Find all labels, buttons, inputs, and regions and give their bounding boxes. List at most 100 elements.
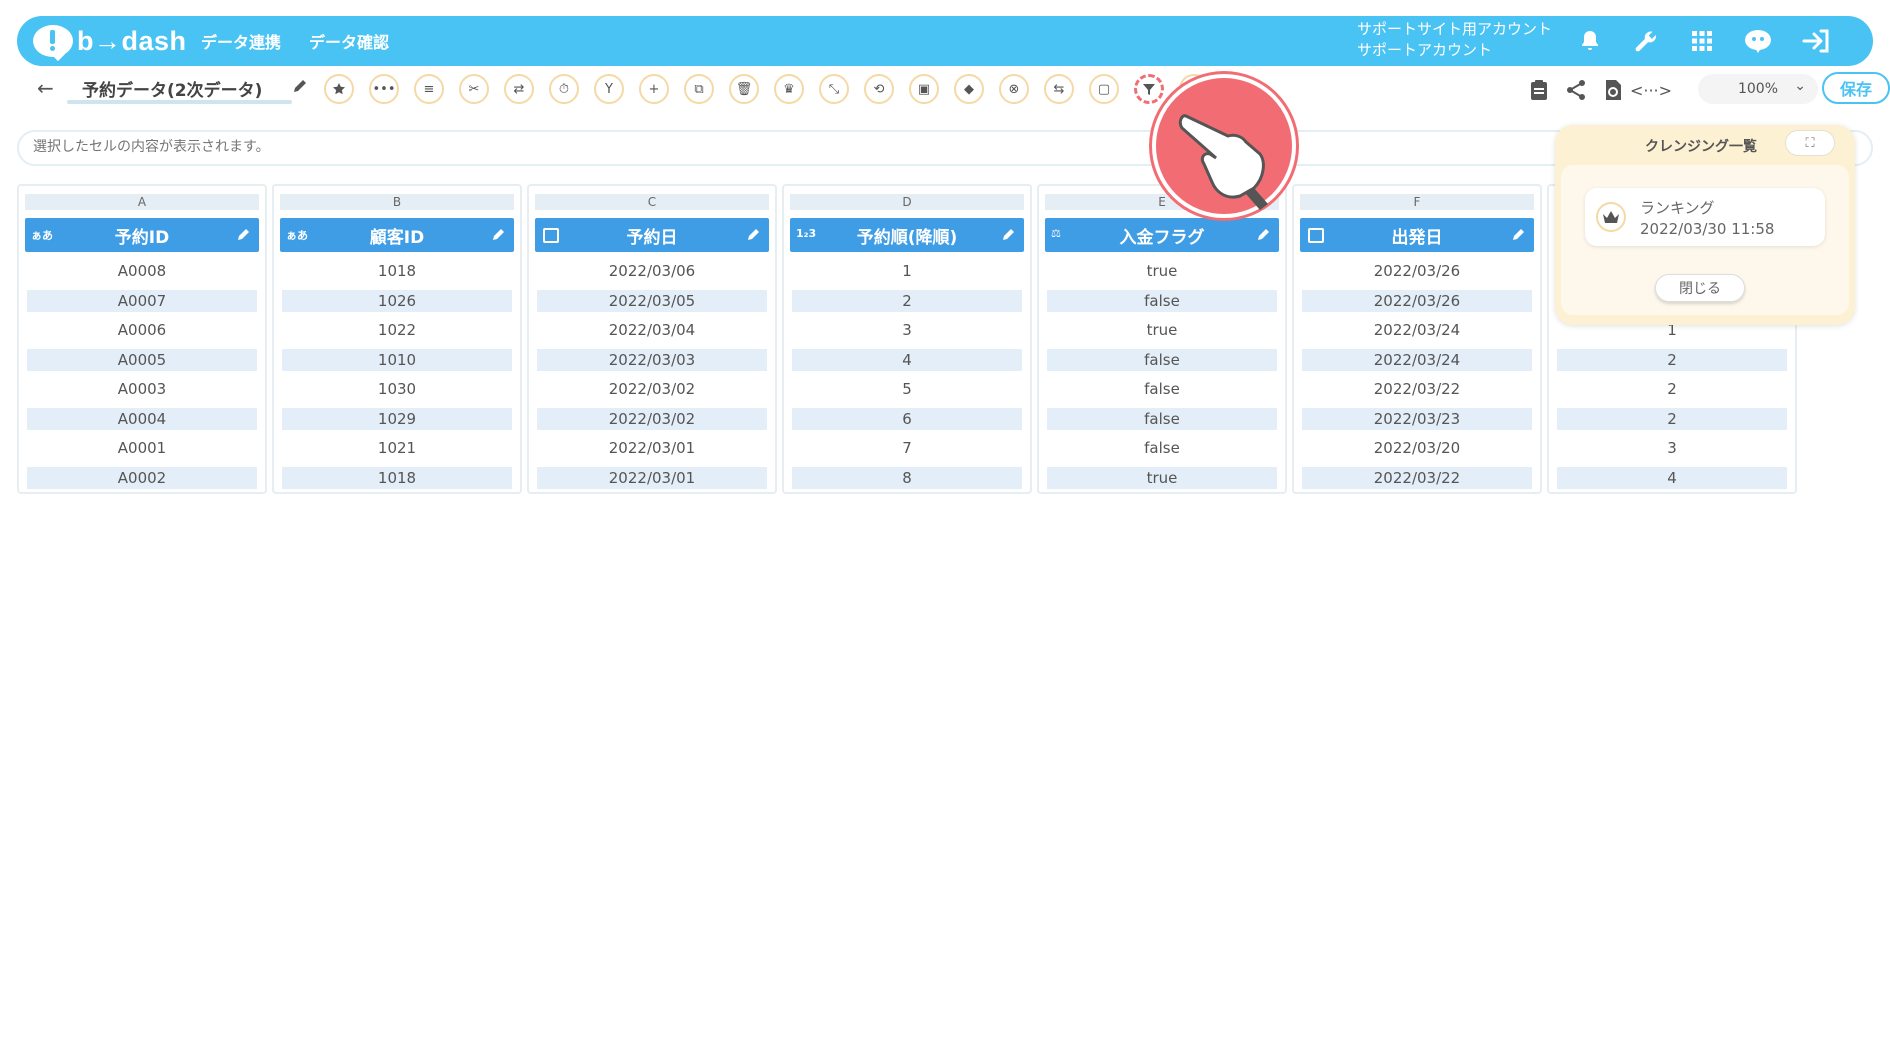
- column-e[interactable]: E ⚖ 入金フラグ true false true false false fa…: [1037, 184, 1287, 494]
- table-cell[interactable]: 2022/03/01: [537, 437, 767, 459]
- table-cell[interactable]: A0007: [27, 290, 257, 312]
- table-cell[interactable]: 2022/03/23: [1302, 408, 1532, 430]
- table-cell[interactable]: 2022/03/06: [537, 260, 767, 282]
- table-cell[interactable]: 2022/03/05: [537, 290, 767, 312]
- table-cell[interactable]: A0002: [27, 467, 257, 489]
- column-b[interactable]: B ぁあ 顧客ID 1018 1026 1022 1010 1030 1029 …: [272, 184, 522, 494]
- repeat-tool-icon[interactable]: ⟲: [864, 74, 894, 104]
- rename-pencil-icon[interactable]: [292, 78, 308, 98]
- table-cell[interactable]: true: [1047, 260, 1277, 282]
- table-cell[interactable]: false: [1047, 408, 1277, 430]
- edit-pencil-icon[interactable]: [492, 226, 506, 246]
- column-header[interactable]: ぁあ 顧客ID: [280, 218, 514, 252]
- table-cell[interactable]: true: [1047, 467, 1277, 489]
- table-cell[interactable]: A0006: [27, 319, 257, 341]
- replace-tool-icon[interactable]: ⇆: [1044, 74, 1074, 104]
- frame-tool-icon[interactable]: ▢: [1089, 74, 1119, 104]
- table-cell[interactable]: 2022/03/24: [1302, 319, 1532, 341]
- column-letter[interactable]: A: [25, 194, 259, 210]
- save-button[interactable]: 保存: [1822, 72, 1890, 104]
- table-cell[interactable]: 4: [1557, 467, 1787, 489]
- edit-pencil-icon[interactable]: [237, 226, 251, 246]
- column-letter[interactable]: C: [535, 194, 769, 210]
- table-cell[interactable]: 1026: [282, 290, 512, 312]
- column-header[interactable]: 出発日: [1300, 218, 1534, 252]
- wrench-icon[interactable]: [1629, 24, 1663, 58]
- table-cell[interactable]: 2022/03/26: [1302, 290, 1532, 312]
- column-f[interactable]: F 出発日 2022/03/26 2022/03/26 2022/03/24 2…: [1292, 184, 1542, 494]
- table-cell[interactable]: 2: [1557, 378, 1787, 400]
- nav-data-check[interactable]: データ確認: [309, 16, 389, 66]
- table-cell[interactable]: 2: [1557, 408, 1787, 430]
- table-cell[interactable]: 1030: [282, 378, 512, 400]
- share-icon[interactable]: [1562, 76, 1590, 104]
- table-cell[interactable]: 7: [792, 437, 1022, 459]
- table-cell[interactable]: false: [1047, 378, 1277, 400]
- column-d[interactable]: D 1₂3 予約順(降順) 1 2 3 4 5 6 7 8: [782, 184, 1032, 494]
- split-tool-icon[interactable]: ✂: [459, 74, 489, 104]
- table-cell[interactable]: A0005: [27, 349, 257, 371]
- zoom-select[interactable]: 100% ⌄: [1698, 74, 1818, 104]
- table-cell[interactable]: 6: [792, 408, 1022, 430]
- table-cell[interactable]: 1021: [282, 437, 512, 459]
- table-cell[interactable]: 5: [792, 378, 1022, 400]
- back-arrow-icon[interactable]: ←: [37, 76, 54, 100]
- restore-icon[interactable]: [1599, 76, 1627, 104]
- table-cell[interactable]: A0001: [27, 437, 257, 459]
- cleansing-item-card[interactable]: ランキング 2022/03/30 11:58: [1585, 188, 1825, 246]
- column-header[interactable]: ぁあ 予約ID: [25, 218, 259, 252]
- table-cell[interactable]: true: [1047, 319, 1277, 341]
- column-c[interactable]: C 予約日 2022/03/06 2022/03/05 2022/03/04 2…: [527, 184, 777, 494]
- edit-pencil-icon[interactable]: [747, 226, 761, 246]
- table-cell[interactable]: 2022/03/24: [1302, 349, 1532, 371]
- table-cell[interactable]: false: [1047, 437, 1277, 459]
- star-tool-icon[interactable]: [324, 74, 354, 104]
- table-cell[interactable]: A0008: [27, 260, 257, 282]
- edit-pencil-icon[interactable]: [1257, 226, 1271, 246]
- column-letter[interactable]: B: [280, 194, 514, 210]
- crown-tool-icon[interactable]: ♛: [774, 74, 804, 104]
- column-header[interactable]: ⚖ 入金フラグ: [1045, 218, 1279, 252]
- table-cell[interactable]: 3: [1557, 437, 1787, 459]
- cancel-tool-icon[interactable]: ⊗: [999, 74, 1029, 104]
- table-cell[interactable]: A0004: [27, 408, 257, 430]
- mascot-icon[interactable]: [1741, 24, 1775, 58]
- table-cell[interactable]: 1: [792, 260, 1022, 282]
- brand-logo[interactable]: b→dash: [33, 23, 187, 59]
- table-cell[interactable]: 2022/03/20: [1302, 437, 1532, 459]
- grid-icon[interactable]: [1685, 24, 1719, 58]
- copy-tool-icon[interactable]: ⧉: [684, 74, 714, 104]
- trash-tool-icon[interactable]: 🗑: [729, 74, 759, 104]
- table-cell[interactable]: 2: [1557, 349, 1787, 371]
- table-cell[interactable]: 2022/03/04: [537, 319, 767, 341]
- cell-content-input[interactable]: [33, 139, 1533, 155]
- table-cell[interactable]: 1018: [282, 260, 512, 282]
- table-cell[interactable]: 2022/03/01: [537, 467, 767, 489]
- table-cell[interactable]: false: [1047, 349, 1277, 371]
- logout-icon[interactable]: [1799, 24, 1833, 58]
- collapse-tool-icon[interactable]: ⤡: [819, 74, 849, 104]
- column-a[interactable]: A ぁあ 予約ID A0008 A0007 A0006 A0005 A0003 …: [17, 184, 267, 494]
- table-cell[interactable]: false: [1047, 290, 1277, 312]
- lock-tool-icon[interactable]: ▣: [909, 74, 939, 104]
- add-column-tool-icon[interactable]: +: [639, 74, 669, 104]
- list-tool-icon[interactable]: ≡: [414, 74, 444, 104]
- column-letter[interactable]: F: [1300, 194, 1534, 210]
- table-cell[interactable]: 1018: [282, 467, 512, 489]
- table-cell[interactable]: 2022/03/02: [537, 408, 767, 430]
- table-cell[interactable]: 8: [792, 467, 1022, 489]
- table-cell[interactable]: 4: [792, 349, 1022, 371]
- cube-tool-icon[interactable]: ◆: [954, 74, 984, 104]
- clipboard-icon[interactable]: [1525, 76, 1553, 104]
- table-cell[interactable]: 2022/03/03: [537, 349, 767, 371]
- edit-pencil-icon[interactable]: [1512, 226, 1526, 246]
- account-info[interactable]: サポートサイト用アカウント サポートアカウント: [1357, 19, 1552, 61]
- table-cell[interactable]: 1029: [282, 408, 512, 430]
- edit-pencil-icon[interactable]: [1002, 226, 1016, 246]
- table-cell[interactable]: 2: [792, 290, 1022, 312]
- table-cell[interactable]: 2022/03/02: [537, 378, 767, 400]
- bell-icon[interactable]: [1573, 24, 1607, 58]
- table-cell[interactable]: 3: [792, 319, 1022, 341]
- table-cell[interactable]: 2022/03/22: [1302, 467, 1532, 489]
- expand-icon[interactable]: ⛶: [1785, 130, 1835, 156]
